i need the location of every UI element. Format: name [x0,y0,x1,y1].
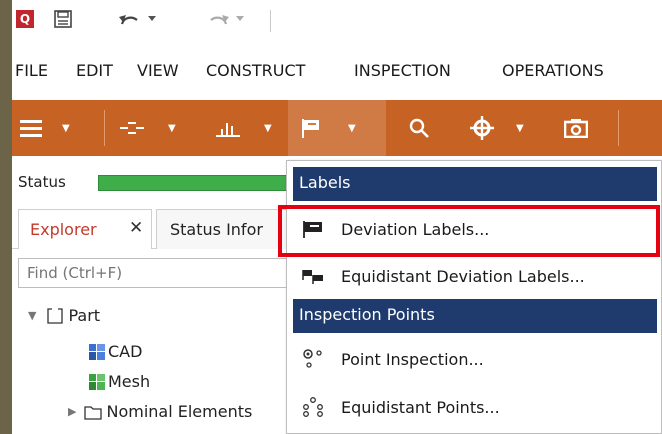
redo-dropdown-icon[interactable] [236,9,244,29]
align-button[interactable]: ▼ [120,100,192,156]
search-icon [409,118,429,138]
menu-item-label: Equidistant Deviation Labels... [341,266,585,286]
undo-dropdown-icon[interactable] [148,9,156,29]
tab-explorer-label: Explorer [30,220,97,239]
undo-icon[interactable] [118,9,140,29]
menu-file[interactable]: FILE [15,61,48,80]
toolbar-separator [618,110,619,146]
main-toolbar: ▼ ▼ ▼ ▼ ▼ [12,100,662,156]
redo-icon[interactable] [208,9,230,29]
hamburger-menu-button[interactable]: ▼ [20,100,100,156]
labels-button[interactable]: ▼ [288,100,386,156]
equidistant-points-icon [301,396,325,418]
app-logo[interactable]: Q [16,10,34,28]
deviation-label-icon [301,218,325,240]
menu-section-header-inspection-points: Inspection Points [293,299,657,333]
close-icon[interactable]: ✕ [129,218,143,238]
chart-icon [216,123,240,137]
status-label: Status [18,173,66,191]
qat-separator [270,10,271,32]
status-progress-bar [98,175,288,191]
menu-section-header-labels: Labels [293,167,657,201]
labels-dropdown-menu: Labels Deviation Labels... Equidistant D… [286,160,662,434]
tab-explorer[interactable]: Explorer ✕ [18,209,152,249]
mesh-icon [89,373,105,390]
menu-item-label: Point Inspection... [341,349,484,369]
cad-icon [89,343,105,360]
menu-item-label: Deviation Labels... [341,219,490,239]
expanded-caret-icon[interactable]: ▼ [28,309,36,322]
part-icon [47,307,64,324]
quick-access-toolbar: Q [12,0,662,44]
dropdown-arrow-icon: ▼ [264,122,272,134]
menu-item-point-inspection[interactable]: Point Inspection... [293,339,657,379]
camera-button[interactable] [564,100,604,156]
window-left-border [0,0,12,434]
search-button[interactable] [408,100,448,156]
menu-operations[interactable]: OPERATIONS [502,61,604,80]
menu-construct[interactable]: CONSTRUCT [206,61,305,80]
dropdown-arrow-icon: ▼ [348,122,356,134]
tree-item-part[interactable]: ▼ Part [28,306,100,325]
labels-icon [302,119,319,138]
equidistant-label-icon [301,265,325,287]
toolbar-separator [104,110,105,146]
save-icon[interactable] [54,9,72,29]
tree-item-label: CAD [108,342,143,361]
menu-item-label: Equidistant Points... [341,397,500,417]
tree-item-cad[interactable]: CAD [88,342,142,361]
crosshair-icon [470,116,494,140]
crosshair-button[interactable]: ▼ [470,100,540,156]
tree-item-label: Mesh [108,372,151,391]
camera-icon [564,119,588,138]
tree-item-nominal-elements[interactable]: ▶ Nominal Elements [68,402,252,421]
tab-status-information-label: Status Infor [170,220,263,239]
tree-item-label: Nominal Elements [106,402,253,421]
dropdown-arrow-icon: ▼ [168,122,176,134]
menu-item-equidistant-deviation-labels[interactable]: Equidistant Deviation Labels... [293,256,657,296]
chart-button[interactable]: ▼ [216,100,286,156]
dropdown-arrow-icon: ▼ [516,122,524,134]
menu-edit[interactable]: EDIT [76,61,113,80]
point-inspection-icon [301,348,325,370]
tab-status-information[interactable]: Status Infor [156,209,296,249]
folder-icon [84,405,103,420]
find-input[interactable] [18,258,308,288]
align-icon [120,122,144,134]
tree-item-mesh[interactable]: Mesh [88,372,150,391]
tree-item-label: Part [68,306,101,325]
menu-item-equidistant-points[interactable]: Equidistant Points... [293,387,657,427]
collapsed-caret-icon[interactable]: ▶ [68,405,76,418]
menu-inspection[interactable]: INSPECTION [354,61,451,80]
menu-bar: FILE EDIT VIEW CONSTRUCT INSPECTION OPER… [12,57,662,85]
menu-icon [20,120,42,137]
menu-view[interactable]: VIEW [137,61,179,80]
dropdown-arrow-icon: ▼ [62,122,70,134]
menu-item-deviation-labels[interactable]: Deviation Labels... [293,209,657,249]
